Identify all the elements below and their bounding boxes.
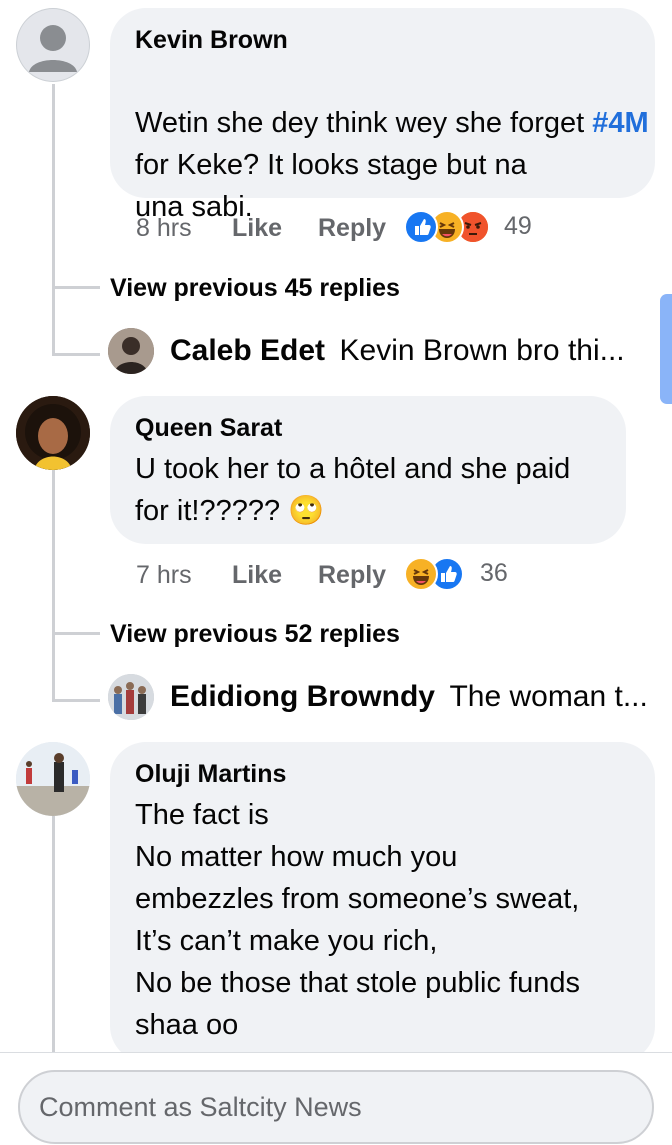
reply-button[interactable]: Reply [318, 214, 386, 243]
profile-photo-icon [108, 674, 154, 720]
latest-reply[interactable]: Edidiong Browndy The woman t... [170, 680, 648, 714]
reply-button[interactable]: Reply [318, 561, 386, 590]
reaction-count: 36 [480, 559, 508, 587]
comment-bubble: Queen Sarat U took her to a hôtel and sh… [110, 396, 626, 544]
like-button[interactable]: Like [232, 561, 282, 590]
default-avatar-icon [17, 9, 89, 81]
comment-time[interactable]: 7 hrs [136, 561, 192, 590]
scrollbar-thumb[interactable] [660, 294, 672, 404]
like-button[interactable]: Like [232, 214, 282, 243]
thread-branch [52, 699, 100, 702]
reply-avatar[interactable] [108, 674, 154, 720]
comment-time[interactable]: 8 hrs [136, 214, 192, 243]
profile-photo-icon [16, 396, 90, 470]
thread-line [52, 470, 55, 702]
comment-text: Wetin she dey think wey she forget #4M f… [135, 60, 650, 228]
view-previous-replies[interactable]: View previous 45 replies [110, 274, 400, 303]
comment-text: U took her to a hôtel and she paid for i… [135, 453, 571, 527]
comment-text-part: Wetin she dey think wey she forget [135, 107, 593, 139]
latest-reply[interactable]: Caleb Edet Kevin Brown bro thi... [170, 334, 625, 368]
hashtag-link[interactable]: #4M [592, 107, 648, 139]
thread-branch [52, 353, 100, 356]
reaction-count: 49 [504, 212, 532, 240]
haha-reaction-icon [404, 557, 438, 591]
reactions-summary[interactable]: 36 [404, 557, 524, 593]
reply-author[interactable]: Edidiong Browndy [170, 680, 435, 713]
avatar[interactable] [16, 396, 90, 470]
thread-branch [52, 286, 100, 289]
comment-input-placeholder: Comment as Saltcity News [39, 1092, 362, 1122]
avatar[interactable] [16, 742, 90, 816]
comment-input[interactable]: Comment as Saltcity News [18, 1070, 654, 1144]
reply-author[interactable]: Caleb Edet [170, 334, 325, 367]
view-previous-replies[interactable]: View previous 52 replies [110, 620, 400, 649]
comment-text: The fact is No matter how much you embez… [135, 799, 580, 1041]
composer-bar: Comment as Saltcity News [0, 1052, 672, 1145]
reply-avatar[interactable] [108, 328, 154, 374]
reply-snippet: The woman t... [449, 680, 648, 713]
comment-author[interactable]: Oluji Martins [135, 760, 286, 789]
reply-snippet: Kevin Brown bro thi... [339, 334, 625, 367]
thread-branch [52, 632, 100, 635]
comment-bubble: Kevin Brown Wetin she dey think wey she … [110, 8, 655, 223]
comment-author[interactable]: Kevin Brown [135, 26, 288, 55]
comment-bubble: Oluji Martins The fact is No matter how … [110, 742, 655, 1062]
thread-line [52, 84, 55, 356]
profile-photo-icon [108, 328, 154, 374]
profile-photo-icon [16, 742, 90, 816]
avatar[interactable] [16, 8, 90, 82]
thread-line [52, 816, 55, 1052]
comment-author[interactable]: Queen Sarat [135, 414, 282, 443]
reactions-summary[interactable]: 49 [404, 210, 544, 246]
like-reaction-icon [404, 210, 438, 244]
